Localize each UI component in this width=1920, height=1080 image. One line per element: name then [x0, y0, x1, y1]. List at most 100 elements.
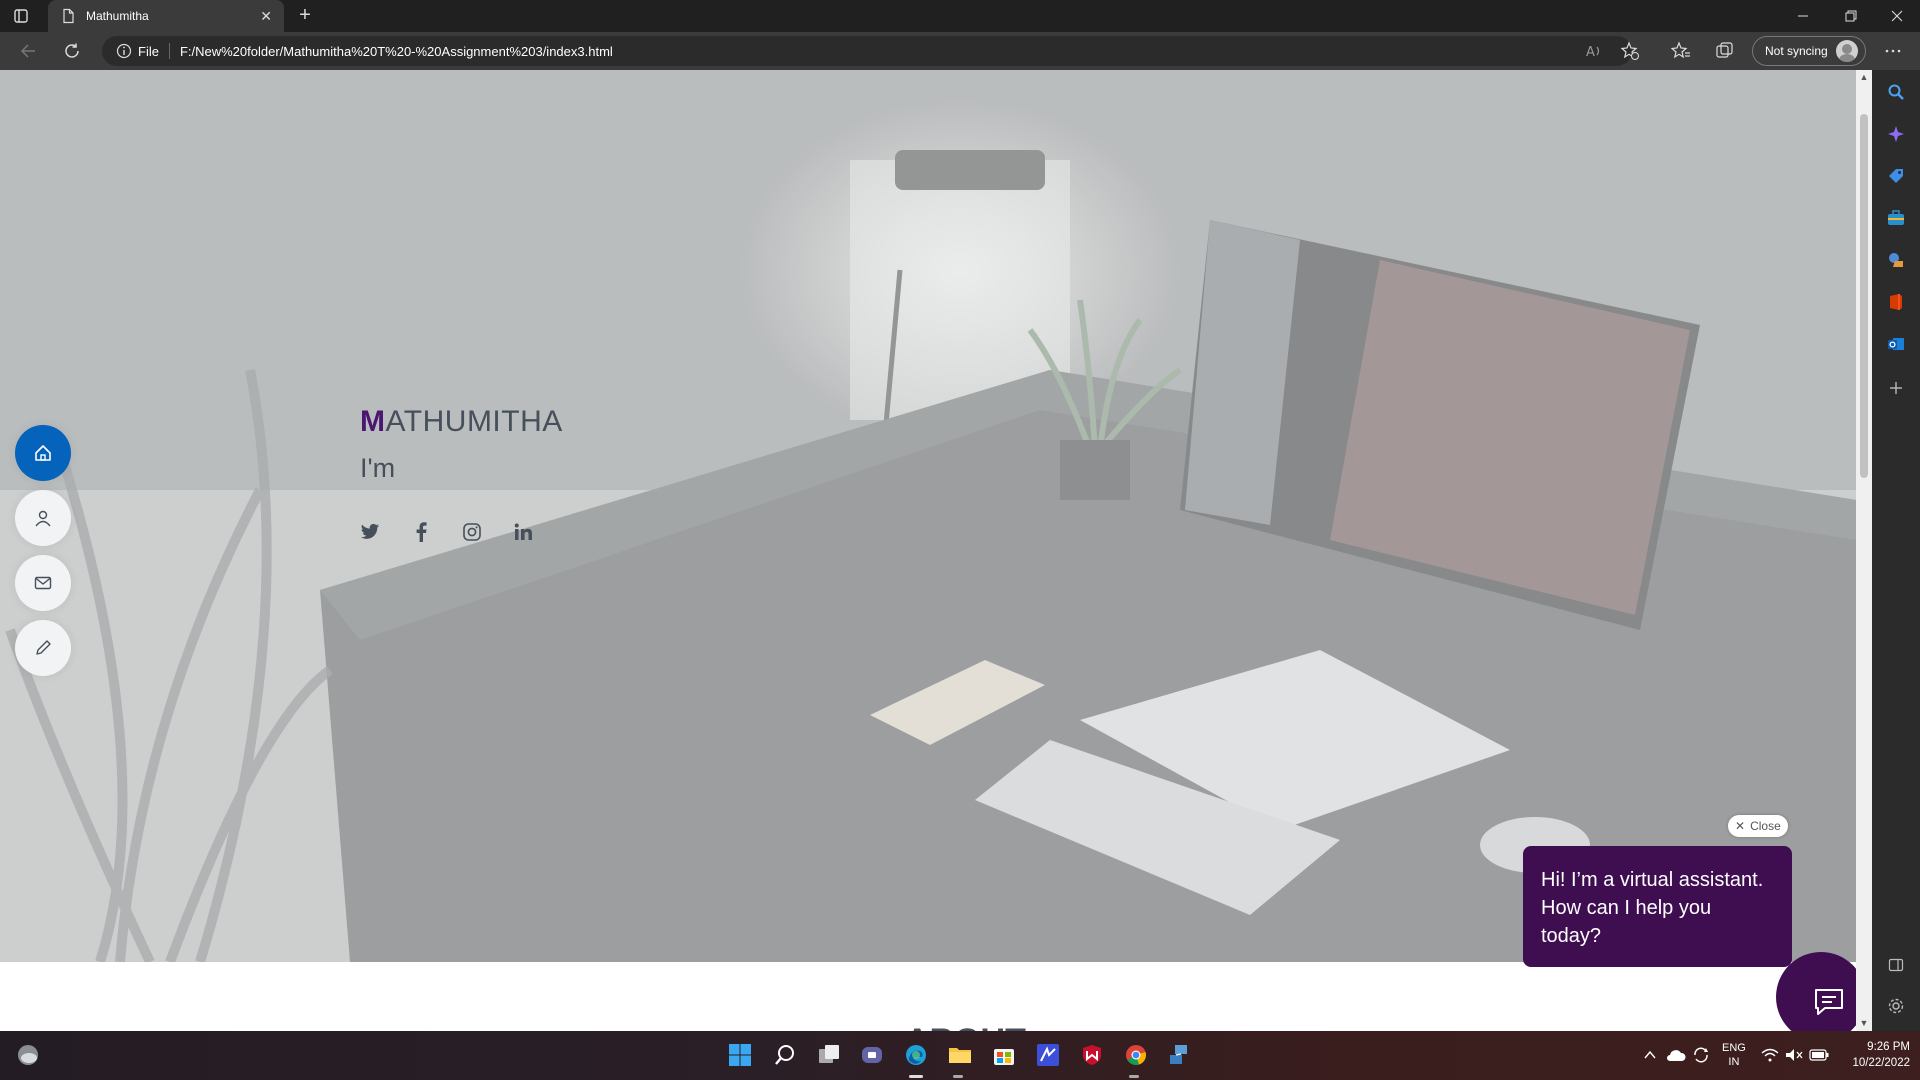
- linkedin-icon: [514, 523, 532, 540]
- toolbox-icon: [1888, 210, 1904, 225]
- sidebar-games-button[interactable]: [1886, 250, 1906, 270]
- pencil-icon: [36, 640, 51, 655]
- svg-text:A: A: [1586, 45, 1595, 60]
- favorites-button[interactable]: [1671, 41, 1691, 61]
- twitter-link[interactable]: [360, 522, 380, 542]
- tab-strip: Mathumitha ✕ +: [0, 0, 1920, 32]
- volume-muted-icon: [1786, 1049, 1803, 1061]
- shield-icon: [1083, 1045, 1101, 1065]
- scroll-up-icon[interactable]: ▲: [1859, 72, 1869, 82]
- chrome-button[interactable]: [1122, 1041, 1150, 1069]
- nav-about-button[interactable]: [15, 490, 71, 546]
- new-tab-button[interactable]: +: [293, 4, 317, 28]
- hero-overlay: [0, 70, 1856, 962]
- sidebar-discover-button[interactable]: [1886, 124, 1906, 144]
- scrollbar-thumb[interactable]: [1860, 114, 1868, 478]
- social-links: [360, 522, 533, 542]
- close-icon: ✕: [1735, 819, 1746, 833]
- nav-contact-button[interactable]: [15, 555, 71, 611]
- sidebar-shopping-button[interactable]: [1886, 166, 1906, 186]
- sync-tray-button[interactable]: [1690, 1041, 1712, 1069]
- tab-close-icon[interactable]: ✕: [260, 8, 272, 25]
- nav-home-button[interactable]: [15, 425, 71, 481]
- edge-taskbar-button[interactable]: [902, 1041, 930, 1069]
- games-icon: [1889, 253, 1903, 267]
- address-bar[interactable]: File F:/New%20folder/Mathumitha%20T%20-%…: [102, 36, 1632, 66]
- search-icon: [1888, 84, 1904, 100]
- office-icon: [1890, 294, 1902, 310]
- profile-avatar: [1835, 40, 1858, 62]
- sidebar-office-button[interactable]: [1886, 292, 1906, 312]
- nav-resume-button[interactable]: [15, 620, 71, 676]
- network-tool-button[interactable]: [1166, 1041, 1194, 1069]
- chrome-running-indicator: [1129, 1075, 1139, 1078]
- favorites-icon: [1671, 41, 1690, 59]
- chat-close-button[interactable]: ✕ Close: [1728, 815, 1788, 837]
- onedrive-button[interactable]: [1665, 1041, 1687, 1069]
- outlook-icon: [1888, 338, 1904, 350]
- close-window-button[interactable]: [1874, 0, 1920, 32]
- site-info-button[interactable]: File: [116, 43, 170, 59]
- tray-overflow-button[interactable]: [1640, 1041, 1660, 1069]
- store-button[interactable]: [990, 1041, 1018, 1069]
- close-icon: [1891, 10, 1903, 22]
- mathway-app-button[interactable]: [1034, 1041, 1062, 1069]
- page-scrollbar[interactable]: ▲ ▼: [1856, 70, 1872, 1031]
- volume-button[interactable]: [1784, 1041, 1804, 1069]
- chat-icon: [1815, 989, 1843, 1015]
- instagram-icon: [463, 523, 481, 541]
- back-button[interactable]: [14, 37, 42, 65]
- math-app-icon: [1037, 1044, 1059, 1066]
- read-aloud-button[interactable]: A: [1584, 41, 1604, 61]
- side-navigation: [15, 425, 71, 676]
- restore-icon: [1845, 10, 1857, 22]
- twitter-icon: [360, 523, 380, 539]
- file-explorer-button[interactable]: [946, 1041, 974, 1069]
- minimize-button[interactable]: [1780, 0, 1826, 32]
- clock-time: 9:26 PM: [1867, 1041, 1910, 1053]
- chat-greeting-bubble[interactable]: Hi! I’m a virtual assistant. How can I h…: [1523, 846, 1792, 967]
- collections-button[interactable]: [1715, 41, 1735, 61]
- wifi-button[interactable]: [1760, 1041, 1780, 1069]
- start-button[interactable]: [726, 1041, 754, 1069]
- weather-widget-button[interactable]: [14, 1041, 42, 1069]
- teams-chat-button[interactable]: [858, 1041, 886, 1069]
- back-arrow-icon: [20, 44, 35, 58]
- url-text: F:/New%20folder/Mathumitha%20T%20-%20Ass…: [179, 43, 613, 59]
- facebook-icon: [416, 522, 427, 542]
- sidebar-add-button[interactable]: [1886, 378, 1906, 398]
- browser-tab-active[interactable]: Mathumitha ✕: [48, 0, 284, 32]
- windows-taskbar: ENG IN 9:26 PM 10/22/2022: [0, 1031, 1920, 1080]
- clock[interactable]: 9:26 PM 10/22/2022: [1838, 1039, 1910, 1071]
- sidebar-search-button[interactable]: [1886, 82, 1906, 102]
- settings-more-button[interactable]: [1883, 41, 1903, 61]
- sidebar-hide-button[interactable]: [1886, 955, 1906, 975]
- person-icon: [35, 510, 51, 527]
- task-view-button[interactable]: [815, 1041, 843, 1069]
- add-favorite-button[interactable]: [1620, 41, 1640, 61]
- more-icon: [1885, 49, 1901, 53]
- profile-sync-button[interactable]: Not syncing: [1752, 36, 1866, 66]
- sidebar-tools-button[interactable]: [1886, 208, 1906, 228]
- panel-collapse-icon: [1888, 958, 1904, 972]
- sidebar-outlook-button[interactable]: [1886, 334, 1906, 354]
- battery-button[interactable]: [1808, 1041, 1830, 1069]
- edge-sidebar: [1872, 70, 1920, 1031]
- restore-button[interactable]: [1828, 0, 1874, 32]
- mcafee-button[interactable]: [1078, 1041, 1106, 1069]
- facebook-link[interactable]: [411, 522, 431, 542]
- explorer-running-indicator: [953, 1075, 963, 1078]
- page-viewport: ABOUT MATHUMITHA I'm: [0, 70, 1856, 1031]
- battery-icon: [1809, 1049, 1829, 1061]
- taskbar-search-button[interactable]: [771, 1041, 799, 1069]
- about-section: ABOUT: [0, 962, 1856, 1031]
- language-indicator[interactable]: ENG IN: [1722, 1041, 1746, 1069]
- tab-actions-icon: [14, 9, 28, 23]
- refresh-button[interactable]: [58, 37, 86, 65]
- instagram-link[interactable]: [462, 522, 482, 542]
- tab-actions-button[interactable]: [0, 0, 42, 32]
- sidebar-settings-button[interactable]: [1886, 996, 1906, 1016]
- scroll-down-icon[interactable]: ▼: [1859, 1018, 1869, 1028]
- wifi-icon: [1761, 1048, 1779, 1062]
- linkedin-link[interactable]: [513, 522, 533, 542]
